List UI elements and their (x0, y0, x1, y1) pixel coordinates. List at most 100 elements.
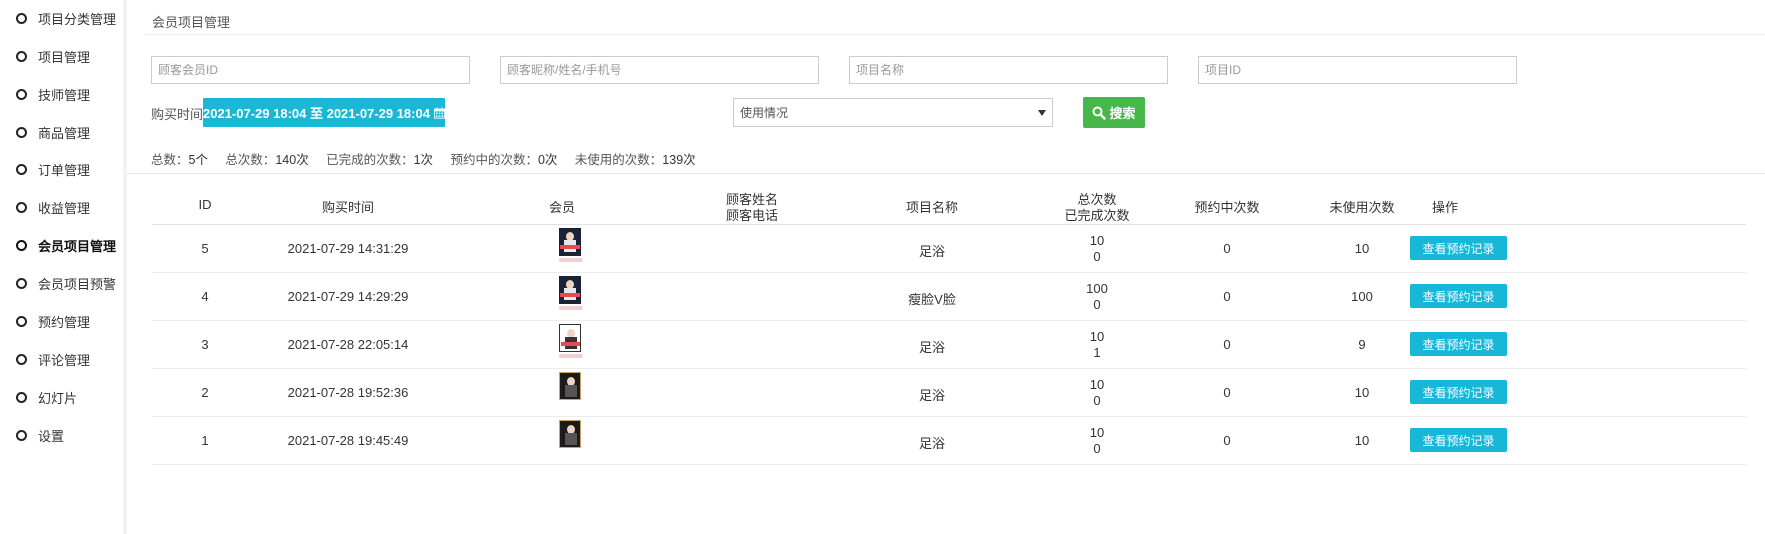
sidebar-item-label: 商品管理 (38, 125, 91, 141)
sidebar-item-slides[interactable]: 幻灯片 (16, 387, 77, 407)
usage-select[interactable]: 使用情况 (733, 98, 1053, 127)
header-completed-count: 已完成次数 (1064, 208, 1130, 223)
header-member: 会员 (548, 200, 575, 215)
redacted-name (559, 258, 583, 262)
view-appointments-button[interactable]: 查看预约记录 (1410, 428, 1507, 452)
search-icon (1092, 106, 1107, 120)
circle-icon (16, 239, 27, 251)
cell-completed: 0 (1093, 441, 1101, 456)
cell-id: 4 (201, 289, 209, 304)
stat-completed-value: 1次 (413, 153, 434, 167)
caret-down-icon (1038, 109, 1046, 116)
search-button[interactable]: 搜索 (1083, 97, 1145, 128)
cell-time: 2021-07-28 19:52:36 (287, 385, 409, 400)
sidebar-item-label: 会员项目预警 (38, 276, 117, 292)
sidebar-item-goods[interactable]: 商品管理 (16, 122, 90, 142)
divider (127, 173, 1765, 174)
redacted-name (559, 354, 583, 358)
main-content: 会员项目管理 购买时间 2021-07-29 18:04 至 2021-07-2… (127, 0, 1765, 534)
sidebar-item-label: 评论管理 (38, 352, 91, 368)
cell-total: 10 (1089, 425, 1105, 440)
circle-icon (16, 277, 27, 289)
stat-unused-value: 139次 (662, 153, 696, 167)
cell-time: 2021-07-29 14:29:29 (287, 289, 409, 304)
sidebar: 项目分类管理 项目管理 技师管理 商品管理 订单管理 收益管理 会员项目管理 会… (0, 0, 127, 534)
circle-icon (16, 126, 27, 138)
cell-reserving: 0 (1223, 241, 1231, 256)
cell-total: 10 (1089, 233, 1105, 248)
search-button-label: 搜索 (1109, 106, 1136, 121)
sidebar-item-label: 订单管理 (38, 162, 91, 178)
circle-icon (16, 88, 27, 100)
member-avatar[interactable] (559, 276, 581, 304)
sidebar-item-appointments[interactable]: 预约管理 (16, 311, 90, 331)
header-action: 操作 (1432, 200, 1459, 215)
cell-total: 10 (1089, 377, 1105, 392)
stat-reserving-value: 0次 (537, 153, 558, 167)
sidebar-item-settings[interactable]: 设置 (16, 425, 64, 445)
stat-reserving-label: 预约中的次数： (450, 153, 538, 167)
cell-id: 5 (201, 241, 209, 256)
usage-select-value: 使用情况 (740, 106, 789, 120)
view-appointments-button[interactable]: 查看预约记录 (1410, 236, 1507, 260)
circle-icon (16, 315, 27, 327)
view-appointments-button[interactable]: 查看预约记录 (1410, 332, 1507, 356)
sidebar-item-label: 项目分类管理 (38, 11, 117, 27)
member-avatar[interactable] (559, 228, 581, 256)
date-range-picker[interactable]: 2021-07-29 18:04 至 2021-07-29 18:04 (203, 98, 445, 127)
project-id-input[interactable] (1198, 56, 1517, 84)
divider (152, 272, 1746, 273)
divider (152, 416, 1746, 417)
cell-id: 2 (201, 385, 209, 400)
cell-reserving: 0 (1223, 289, 1231, 304)
circle-icon (16, 429, 27, 441)
sidebar-item-technician[interactable]: 技师管理 (16, 84, 90, 104)
sidebar-item-earnings[interactable]: 收益管理 (16, 197, 90, 217)
view-appointments-button[interactable]: 查看预约记录 (1410, 380, 1507, 404)
project-name-input[interactable] (849, 56, 1168, 84)
sidebar-item-member-warning[interactable]: 会员项目预警 (16, 273, 116, 293)
sidebar-item-label: 幻灯片 (38, 390, 78, 406)
sidebar-item-member-projects[interactable]: 会员项目管理 (16, 235, 116, 255)
cell-total: 10 (1089, 329, 1105, 344)
header-customer-phone: 顾客电话 (725, 208, 778, 223)
header-purchase-time: 购买时间 (321, 200, 374, 215)
date-range-text: 2021-07-29 18:04 至 2021-07-29 18:04 (203, 106, 430, 121)
cell-reserving: 0 (1223, 385, 1231, 400)
cell-time: 2021-07-29 14:31:29 (287, 241, 409, 256)
header-unused: 未使用次数 (1329, 200, 1395, 215)
cell-project: 足浴 (918, 340, 945, 355)
header-id: ID (198, 197, 212, 212)
cell-completed: 0 (1093, 393, 1101, 408)
sidebar-item-comments[interactable]: 评论管理 (16, 349, 90, 369)
cell-completed: 1 (1093, 345, 1101, 360)
divider (152, 368, 1746, 369)
view-appointments-button[interactable]: 查看预约记录 (1410, 284, 1507, 308)
calendar-icon (433, 106, 445, 119)
cell-completed: 0 (1093, 297, 1101, 312)
cell-unused: 10 (1354, 433, 1370, 448)
cell-reserving: 0 (1223, 433, 1231, 448)
redacted-name (559, 306, 583, 310)
cell-project: 瘦脸V脸 (908, 292, 956, 307)
sidebar-item-project-category[interactable]: 项目分类管理 (16, 8, 116, 28)
divider (152, 224, 1746, 225)
cell-id: 3 (201, 337, 209, 352)
stat-count-label: 总次数： (225, 153, 276, 167)
sidebar-item-project[interactable]: 项目管理 (16, 46, 90, 66)
header-reserving: 预约中次数 (1194, 200, 1260, 215)
sidebar-item-label: 项目管理 (38, 49, 91, 65)
stat-count-value: 140次 (275, 153, 309, 167)
circle-icon (16, 12, 27, 24)
sidebar-item-orders[interactable]: 订单管理 (16, 159, 90, 179)
member-avatar[interactable] (559, 324, 581, 352)
customer-search-input[interactable] (500, 56, 819, 84)
divider (152, 464, 1746, 465)
member-id-input[interactable] (151, 56, 470, 84)
member-avatar[interactable] (559, 372, 581, 400)
sidebar-item-label: 技师管理 (38, 87, 91, 103)
header-project-name: 项目名称 (905, 200, 958, 215)
cell-total: 100 (1086, 281, 1108, 296)
sidebar-item-label: 会员项目管理 (38, 238, 117, 254)
member-avatar[interactable] (559, 420, 581, 448)
